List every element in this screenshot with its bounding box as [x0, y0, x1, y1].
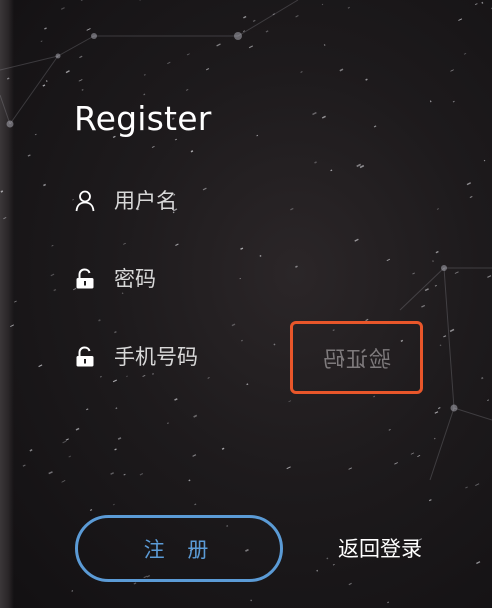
- user-icon: [74, 190, 96, 212]
- register-page: Register 验证码: [0, 0, 492, 608]
- back-to-login-link[interactable]: 返回登录: [338, 535, 422, 563]
- page-title: Register: [74, 99, 212, 138]
- verification-code-label: 验证码: [321, 347, 391, 373]
- username-input[interactable]: [114, 186, 304, 216]
- phone-input[interactable]: [114, 342, 304, 372]
- phone-field: [74, 340, 304, 374]
- username-field: [74, 184, 304, 218]
- verification-code-button[interactable]: 验证码: [290, 321, 423, 394]
- register-button[interactable]: 注 册: [75, 515, 283, 582]
- lock-icon: [74, 268, 96, 290]
- password-field: [74, 262, 304, 296]
- lock-icon: [74, 346, 96, 368]
- password-input[interactable]: [114, 264, 304, 294]
